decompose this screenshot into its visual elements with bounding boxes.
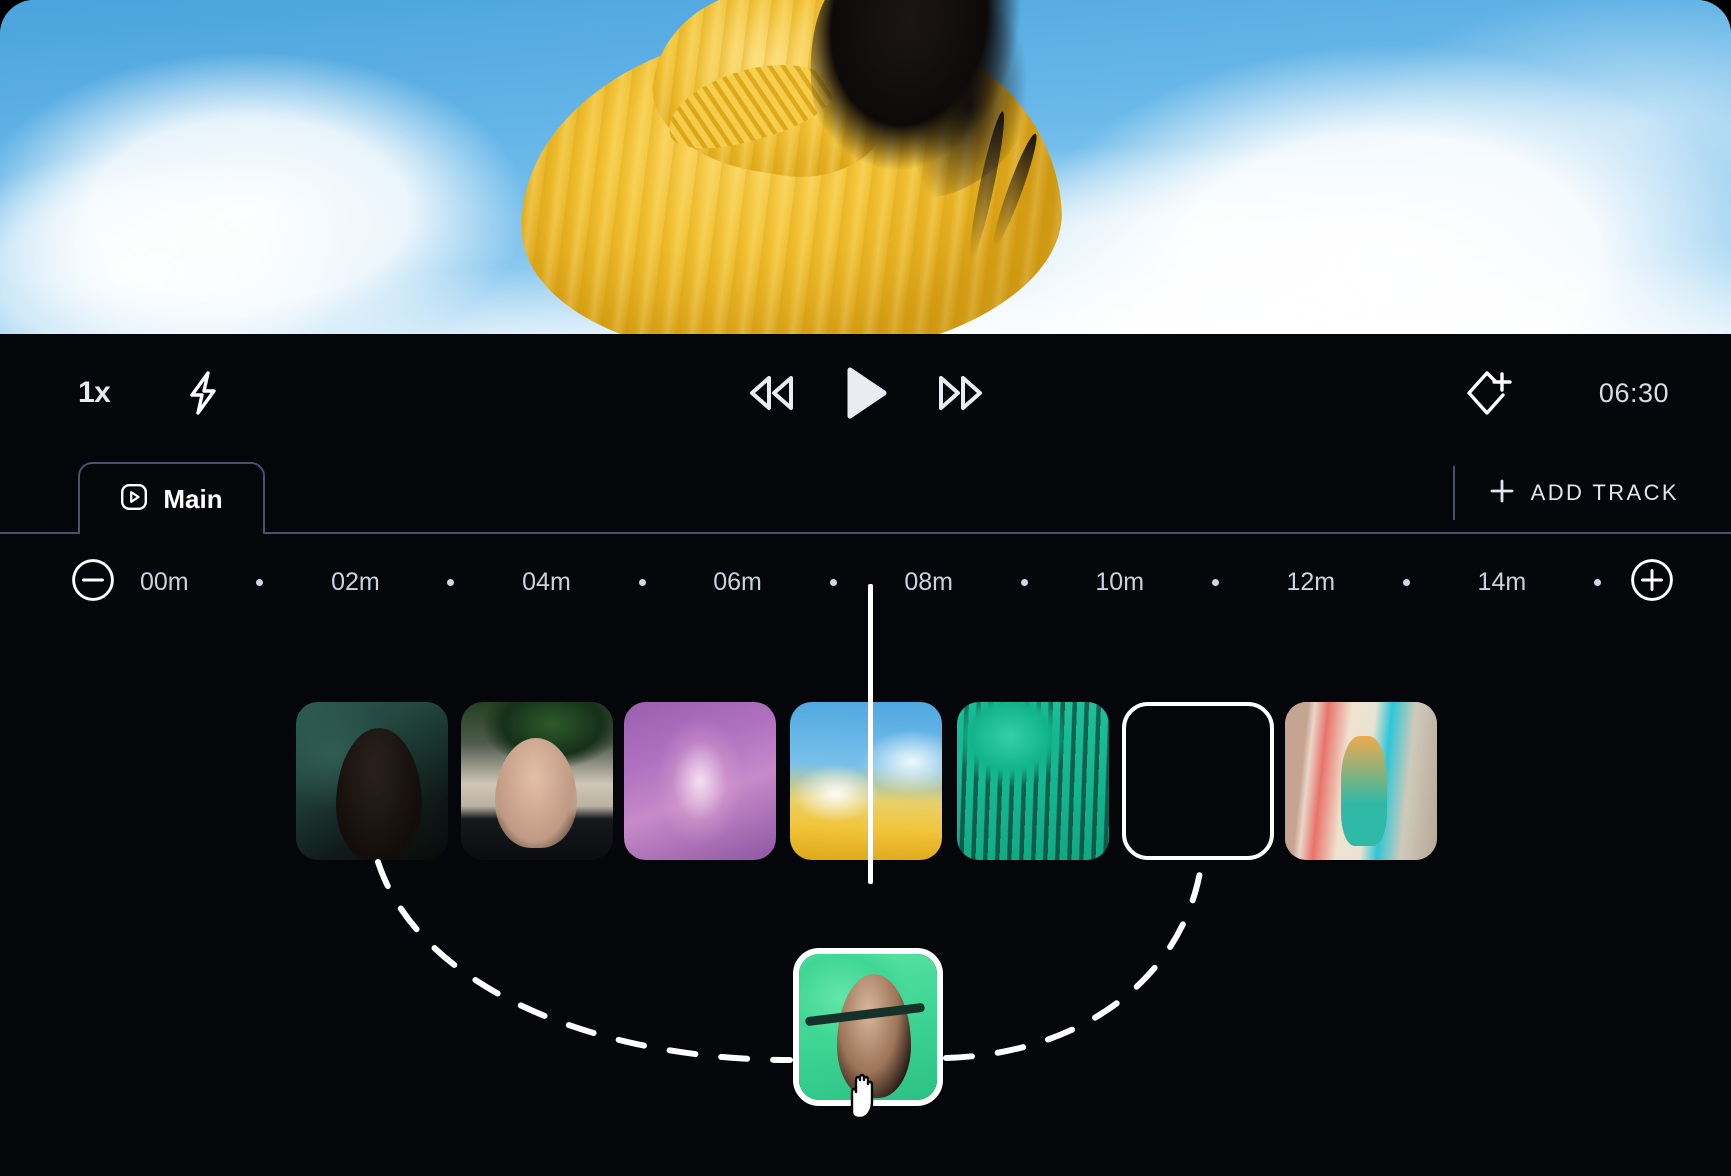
track-tabs-row: Main ADD TRACK <box>0 452 1731 534</box>
clip-thumbnail <box>1285 702 1437 860</box>
tab-main[interactable]: Main <box>78 462 265 534</box>
clip-thumbnail <box>799 954 937 1100</box>
timeline-clip-5[interactable] <box>957 702 1109 860</box>
clip-thumbnail <box>461 702 613 860</box>
ruler-tick-label: 00m <box>140 568 189 597</box>
ruler-tick-label: 04m <box>522 568 571 597</box>
tab-main-label: Main <box>163 484 222 515</box>
ruler-tick-dot <box>830 579 837 586</box>
app-window: Woman in yellow ruffled dress against bl… <box>0 0 1731 1176</box>
ruler-tick-dot <box>256 579 263 586</box>
video-track-icon <box>120 483 148 516</box>
play-icon[interactable] <box>843 366 889 420</box>
add-track-area: ADD TRACK <box>1453 466 1695 520</box>
ruler-tick-label: 06m <box>713 568 762 597</box>
ruler-tick-dot <box>1594 579 1601 586</box>
zoom-in-button[interactable] <box>1630 560 1674 604</box>
ruler-tick-label: 10m <box>1095 568 1144 597</box>
add-keyframe-icon[interactable] <box>1461 367 1513 419</box>
playback-bar: 1x <box>0 334 1731 452</box>
ruler-tick-dot <box>447 579 454 586</box>
timeline-clip-1[interactable] <box>296 702 448 860</box>
clip-thumbnail <box>957 702 1109 860</box>
timeline-clip-7[interactable] <box>1285 702 1437 860</box>
clip-figure <box>837 974 911 1098</box>
ruler-tick-dot <box>1212 579 1219 586</box>
video-preview[interactable]: Woman in yellow ruffled dress against bl… <box>0 0 1731 334</box>
lightning-bolt-icon[interactable] <box>180 370 226 416</box>
ruler-tick-label: 02m <box>331 568 380 597</box>
clip-figure <box>495 738 577 848</box>
add-track-label: ADD TRACK <box>1531 480 1679 506</box>
timeline-clip-3[interactable] <box>624 702 776 860</box>
playhead[interactable] <box>868 584 873 884</box>
fast-forward-icon[interactable] <box>933 371 989 415</box>
ruler-tick-dot <box>1021 579 1028 586</box>
clip-figure <box>336 728 422 860</box>
timeline-clip-2[interactable] <box>461 702 613 860</box>
timeline-track-area <box>0 630 1731 1176</box>
clip-thumbnail <box>624 702 776 860</box>
ruler-tick-label: 14m <box>1478 568 1527 597</box>
minus-circle-icon <box>71 558 115 607</box>
rewind-icon[interactable] <box>743 371 799 415</box>
timeline-clip-4[interactable] <box>790 702 942 860</box>
playback-speed-label[interactable]: 1x <box>78 376 110 410</box>
zoom-out-button[interactable] <box>71 560 115 604</box>
ruler-tick-dot <box>639 579 646 586</box>
clip-thumbnail <box>296 702 448 860</box>
plus-circle-icon <box>1630 558 1674 607</box>
dragged-clip[interactable] <box>793 948 943 1106</box>
transport-controls <box>743 366 989 420</box>
timeline-ruler: 00m 02m 04m 06m 08m 10m 12m 14m <box>0 534 1731 630</box>
ruler-tick-label: 08m <box>904 568 953 597</box>
timeline-drop-slot[interactable] <box>1122 702 1274 860</box>
add-track-button[interactable]: ADD TRACK <box>1489 478 1695 509</box>
plus-icon <box>1489 478 1515 509</box>
ruler-tick-label: 12m <box>1286 568 1335 597</box>
clip-thumbnail <box>790 702 942 860</box>
clip-figure <box>1341 736 1387 846</box>
preview-subject <box>480 0 1120 334</box>
add-track-divider <box>1453 466 1455 520</box>
ruler-tick-dot <box>1403 579 1410 586</box>
timecode-display: 06:30 <box>1599 378 1669 409</box>
